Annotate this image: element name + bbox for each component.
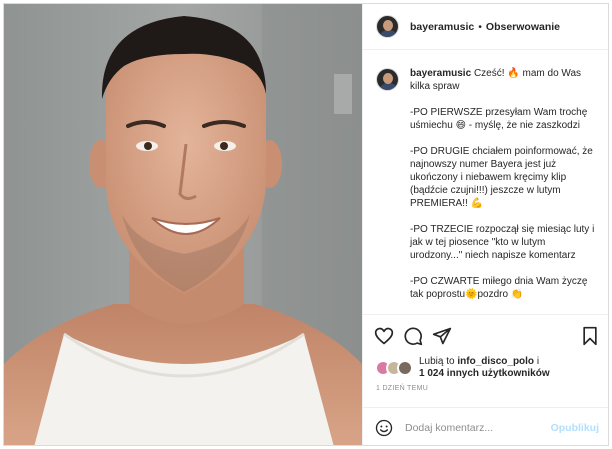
liker-avatar [397, 360, 413, 376]
paper-plane-icon[interactable] [432, 326, 452, 346]
author-username[interactable]: bayeramusic [410, 21, 474, 33]
bookmark-icon[interactable] [580, 326, 600, 346]
smiley-icon[interactable] [375, 419, 393, 437]
following-button[interactable]: Obserwowanie [486, 21, 560, 33]
likes-others-link[interactable]: 1 024 innych użytkowników [419, 368, 550, 379]
caption-username[interactable]: bayeramusic [410, 68, 471, 79]
heart-icon[interactable] [374, 326, 394, 346]
caption-author-avatar[interactable] [376, 68, 399, 91]
post-header: bayeramusic • Obserwowanie [363, 4, 608, 50]
post-photo[interactable] [4, 4, 362, 445]
caption-text: bayeramusic Cześć! 🔥 mam do Was kilka sp… [410, 67, 599, 314]
publish-button[interactable]: Opublikuj [551, 422, 599, 434]
liker-username[interactable]: info_disco_polo [457, 356, 534, 367]
likes-text: Lubią to info_disco_polo i 1 024 innych … [419, 356, 550, 380]
caption-paragraph-3: -PO DRUGIE chciałem poinformować, że naj… [410, 146, 593, 209]
author-avatar[interactable] [376, 15, 399, 38]
likes-prefix: Lubią to [419, 356, 455, 367]
caption-paragraph-1: bayeramusic Cześć! 🔥 mam do Was kilka sp… [410, 67, 599, 93]
portrait-image [4, 4, 362, 445]
comment-input[interactable] [405, 421, 551, 434]
likes-summary: Lubią to info_disco_polo i 1 024 innych … [375, 353, 607, 383]
caption-paragraph-2: -PO PIERWSZE przesyłam Wam trochę uśmiec… [410, 107, 588, 131]
post-side-panel: bayeramusic • Obserwowanie bayeramusic C… [362, 4, 608, 445]
liker-avatars[interactable] [375, 360, 413, 376]
post-timestamp[interactable]: 1 DZIEŃ TEMU [376, 385, 428, 392]
caption-area: bayeramusic Cześć! 🔥 mam do Was kilka sp… [363, 50, 608, 314]
caption-paragraph-4: -PO TRZECIE rozpoczął się miesiąc luty i… [410, 224, 595, 261]
comment-icon[interactable] [403, 326, 423, 346]
header-separator: • [478, 20, 482, 33]
likes-connector: i [536, 356, 540, 367]
add-comment-bar: Opublikuj [363, 407, 608, 445]
instagram-post-modal: bayeramusic • Obserwowanie bayeramusic C… [3, 3, 609, 446]
action-bar [363, 314, 608, 355]
caption-paragraph-5: -PO CZWARTE miłego dnia Wam życzę tak po… [410, 276, 588, 300]
